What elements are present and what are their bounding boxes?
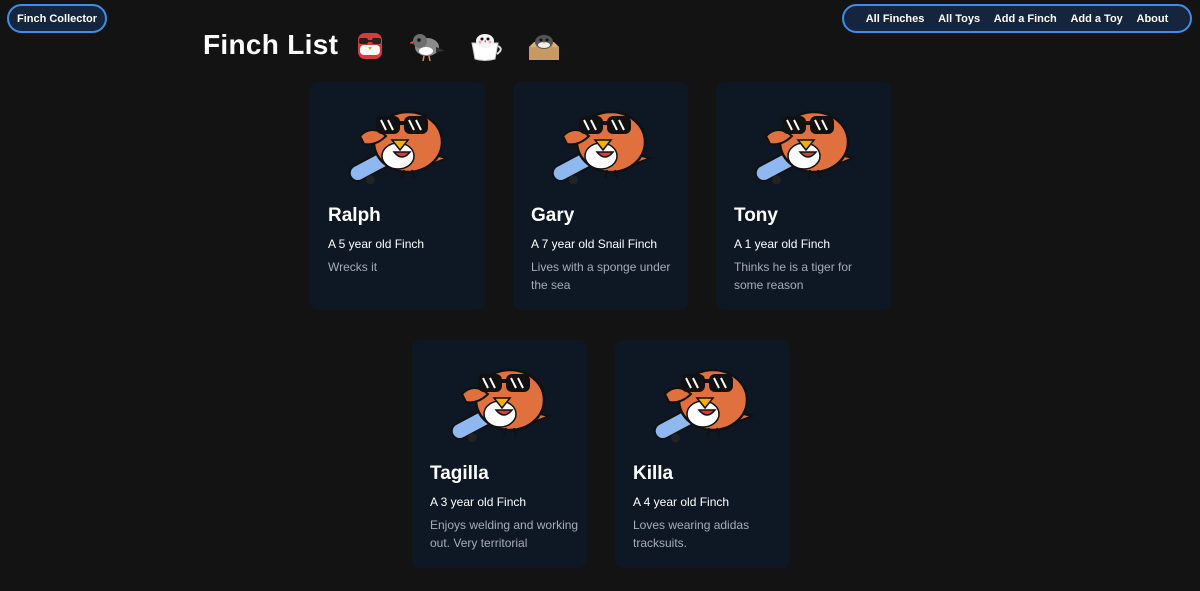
finch-description: Lives with a sponge under the sea	[531, 260, 671, 292]
finch-card[interactable]: Killa A 4 year old Finch Loves wearing a…	[615, 340, 790, 568]
finch-card[interactable]: Tony A 1 year old Finch Thinks he is a t…	[716, 82, 891, 310]
nav-links: All Finches All Toys Add a Finch Add a T…	[842, 4, 1192, 33]
nav-link-add-finch[interactable]: Add a Finch	[994, 13, 1057, 25]
finch-card[interactable]: Ralph A 5 year old Finch Wrecks it	[310, 82, 485, 310]
finch-age: A 5 year old Finch	[328, 237, 425, 251]
finch-card[interactable]: Tagilla A 3 year old Finch Enjoys weldin…	[412, 340, 587, 568]
finch-description: Loves wearing adidas tracksuits.	[633, 518, 750, 550]
page-title: Finch List	[203, 29, 339, 60]
finch-in-teacup-icon	[471, 34, 502, 61]
finch-card[interactable]: Gary A 7 year old Snail Finch Lives with…	[513, 82, 688, 310]
finch-description: Enjoys welding and working out. Very ter…	[430, 518, 579, 550]
finch-name: Gary	[531, 205, 575, 226]
skateboarding-finch-icon	[549, 96, 653, 192]
skateboarding-finch-icon	[752, 96, 856, 192]
nav-link-add-toy[interactable]: Add a Toy	[1070, 13, 1122, 25]
finch-list-page: Finch Collector All Finches All Toys Add…	[0, 0, 1200, 591]
page-heading: Finch List	[203, 25, 584, 65]
brand-button[interactable]: Finch Collector	[7, 4, 107, 33]
finch-description: Thinks he is a tiger for some reason	[734, 260, 853, 292]
nav-link-about[interactable]: About	[1137, 13, 1169, 25]
finch-age: A 4 year old Finch	[633, 495, 730, 509]
finch-name: Tagilla	[430, 463, 489, 484]
skateboarding-finch-icon	[651, 354, 755, 450]
finch-in-box-icon	[529, 35, 560, 60]
finch-name: Killa	[633, 463, 674, 484]
zebra-finch-icon	[410, 34, 446, 62]
nav-link-all-finches[interactable]: All Finches	[866, 13, 925, 25]
finch-name: Ralph	[328, 205, 381, 226]
finch-age: A 7 year old Snail Finch	[531, 237, 658, 251]
skateboarding-finch-icon	[346, 96, 450, 192]
finch-age: A 3 year old Finch	[430, 495, 527, 509]
nav-link-all-toys[interactable]: All Toys	[938, 13, 980, 25]
finch-description: Wrecks it	[328, 260, 378, 274]
finch-age: A 1 year old Finch	[734, 237, 831, 251]
skateboarding-finch-icon	[448, 354, 552, 450]
finch-name: Tony	[734, 205, 778, 226]
finch-sunglasses-icon	[358, 33, 383, 59]
